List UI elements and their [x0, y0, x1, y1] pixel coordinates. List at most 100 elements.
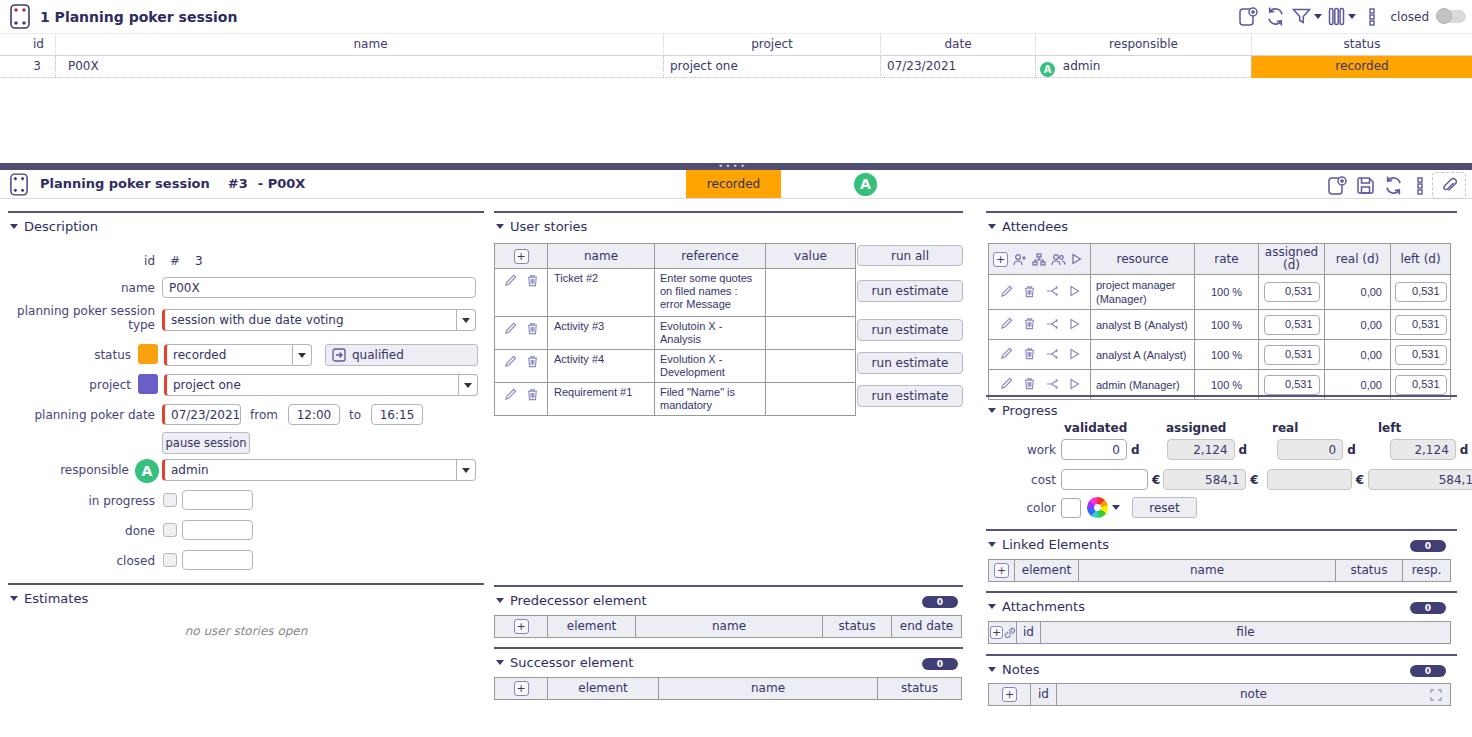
delete-icon[interactable]: [526, 274, 539, 287]
qualified-button[interactable]: qualified: [325, 344, 478, 366]
closed-checkbox[interactable]: [163, 553, 177, 567]
list-header-date[interactable]: date: [880, 33, 1035, 56]
collapse-icon[interactable]: [10, 596, 18, 601]
list-header-status[interactable]: status: [1251, 33, 1472, 56]
run-estimate-button[interactable]: run estimate: [857, 280, 963, 302]
name-field[interactable]: P00X: [162, 277, 476, 298]
list-header-responsible[interactable]: responsible: [1035, 33, 1251, 56]
left-field[interactable]: 0,531: [1395, 375, 1447, 395]
collapse-icon[interactable]: [988, 604, 996, 609]
delete-icon[interactable]: [1023, 285, 1036, 298]
row-date[interactable]: 07/23/2021: [880, 56, 1035, 78]
add-icon[interactable]: +: [514, 681, 529, 696]
panel-splitter[interactable]: ••••: [0, 163, 1472, 170]
run-icon[interactable]: [1069, 318, 1080, 330]
delete-icon[interactable]: [526, 355, 539, 368]
expand-icon[interactable]: [1430, 689, 1442, 701]
collapse-icon[interactable]: [988, 667, 996, 672]
left-field[interactable]: 0,531: [1395, 345, 1447, 365]
row-project[interactable]: project one: [663, 56, 880, 78]
collapse-icon[interactable]: [988, 542, 996, 547]
detach-icon[interactable]: [1046, 285, 1059, 297]
left-field[interactable]: 0,531: [1395, 315, 1447, 335]
edit-icon[interactable]: [1000, 317, 1013, 330]
collapse-icon[interactable]: [988, 408, 996, 413]
kebab-menu-icon[interactable]: [1416, 177, 1424, 195]
edit-icon[interactable]: [1000, 347, 1013, 360]
add-icon[interactable]: [1327, 175, 1348, 196]
collapse-icon[interactable]: [496, 660, 504, 665]
done-checkbox[interactable]: [163, 523, 177, 537]
assigned-field[interactable]: 0,531: [1264, 375, 1320, 395]
add-icon[interactable]: +: [994, 563, 1009, 578]
edit-icon[interactable]: [504, 274, 517, 287]
color-wheel-icon[interactable]: [1087, 497, 1108, 518]
list-header-name[interactable]: name: [55, 33, 663, 56]
add-icon[interactable]: +: [1002, 687, 1017, 702]
collapse-icon[interactable]: [10, 224, 18, 229]
link-icon[interactable]: [1004, 627, 1016, 639]
save-icon[interactable]: [1356, 176, 1375, 195]
row-responsible[interactable]: A admin: [1035, 56, 1251, 78]
add-team-icon[interactable]: [1013, 253, 1027, 266]
in-progress-checkbox[interactable]: [163, 493, 177, 507]
add-session-icon[interactable]: [1238, 6, 1259, 27]
run-all-button[interactable]: run all: [857, 245, 963, 266]
run-estimate-button[interactable]: run estimate: [857, 319, 963, 341]
collapse-icon[interactable]: [988, 224, 996, 229]
row-name[interactable]: P00X: [55, 56, 663, 78]
left-field[interactable]: 0,531: [1395, 282, 1447, 302]
row-id[interactable]: 3: [0, 56, 55, 78]
add-icon[interactable]: +: [990, 626, 1003, 639]
edit-icon[interactable]: [504, 355, 517, 368]
in-progress-date-field[interactable]: [182, 490, 253, 510]
closed-toggle[interactable]: [1437, 10, 1466, 23]
delete-icon[interactable]: [526, 388, 539, 401]
date-field[interactable]: 07/23/2021: [162, 404, 241, 425]
delete-icon[interactable]: [1023, 347, 1036, 360]
assigned-field[interactable]: 0,531: [1264, 315, 1320, 335]
project-select[interactable]: project one: [164, 374, 478, 396]
attachment-dropzone[interactable]: [1432, 172, 1466, 199]
refresh-icon[interactable]: [1265, 6, 1286, 27]
add-icon[interactable]: +: [514, 249, 529, 264]
collapse-icon[interactable]: [496, 224, 504, 229]
detach-icon[interactable]: [1046, 348, 1059, 360]
edit-icon[interactable]: [1000, 377, 1013, 390]
detach-icon[interactable]: [1046, 318, 1059, 330]
color-swatch-field[interactable]: [1061, 498, 1081, 518]
done-date-field[interactable]: [182, 520, 253, 540]
type-select[interactable]: session with due date voting: [162, 309, 476, 331]
add-icon[interactable]: +: [514, 619, 529, 634]
run-icon[interactable]: [1069, 348, 1080, 360]
edit-icon[interactable]: [504, 388, 517, 401]
run-icon[interactable]: [1071, 253, 1082, 265]
assigned-field[interactable]: 0,531: [1264, 282, 1320, 302]
collapse-icon[interactable]: [496, 598, 504, 603]
edit-icon[interactable]: [1000, 285, 1013, 298]
status-select[interactable]: recorded: [164, 344, 312, 366]
from-time-field[interactable]: 12:00: [288, 404, 340, 425]
add-attendee-icon[interactable]: +: [993, 252, 1008, 267]
filter-icon[interactable]: [1292, 7, 1322, 26]
delete-icon[interactable]: [1023, 377, 1036, 390]
detach-icon[interactable]: [1046, 378, 1059, 390]
list-header-project[interactable]: project: [663, 33, 880, 56]
group-icon[interactable]: [1051, 253, 1066, 266]
chevron-down-icon[interactable]: [1112, 505, 1120, 510]
pause-session-button[interactable]: pause session: [162, 432, 250, 454]
row-status[interactable]: recorded: [1251, 56, 1472, 78]
work-validated-field[interactable]: 0: [1061, 439, 1127, 460]
run-estimate-button[interactable]: run estimate: [857, 352, 963, 374]
kebab-menu-icon[interactable]: [1368, 8, 1376, 26]
list-header-id[interactable]: id: [0, 33, 55, 56]
refresh-icon[interactable]: [1383, 175, 1404, 196]
assigned-field[interactable]: 0,531: [1264, 345, 1320, 365]
delete-icon[interactable]: [1023, 317, 1036, 330]
run-estimate-button[interactable]: run estimate: [857, 385, 963, 407]
to-time-field[interactable]: 16:15: [371, 404, 423, 425]
org-chart-icon[interactable]: [1032, 253, 1046, 266]
columns-icon[interactable]: [1328, 7, 1356, 26]
reset-color-button[interactable]: reset: [1132, 497, 1197, 518]
delete-icon[interactable]: [526, 322, 539, 335]
